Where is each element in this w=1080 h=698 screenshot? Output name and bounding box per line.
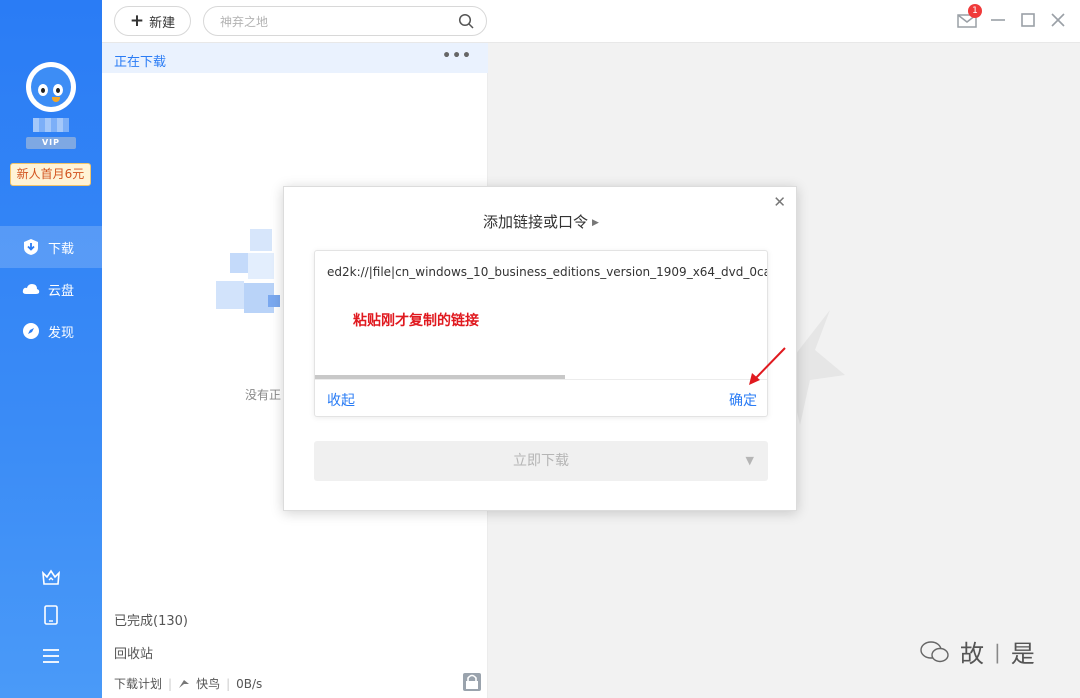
kuainiao-link[interactable]: 快鸟 [196,675,220,692]
nav-item-download[interactable]: 下载 [0,226,102,268]
add-link-dialog: ✕ 添加链接或口令 ▶ ed2k://|file|cn_windows_10_bu… [283,186,797,511]
nav-item-cloud[interactable]: 云盘 [0,268,102,310]
empty-box-illustration [216,229,280,313]
search-icon[interactable] [458,13,474,29]
avatar[interactable] [26,62,76,112]
watermark-separator: | [994,639,1001,664]
downloading-tab[interactable]: 正在下载 ••• [102,43,488,73]
download-plan-link[interactable]: 下载计划 [114,675,162,692]
dialog-title: 添加链接或口令 [483,213,589,231]
caret-right-icon: ▶ [592,217,599,228]
crown-icon[interactable] [40,566,62,588]
menu-icon[interactable] [40,645,62,667]
topbar: + 新建 1 [102,0,1080,43]
download-icon [24,239,38,255]
nav-label: 发现 [48,325,75,341]
new-task-button[interactable]: + 新建 [114,6,191,36]
watermark: 故 | 是 [920,634,1035,669]
completed-link[interactable]: 已完成(130) [114,610,188,629]
username-redacted [33,118,69,132]
divider: | [168,676,173,691]
nav-label: 云盘 [48,283,75,299]
chevron-down-icon[interactable]: ▼ [746,441,754,481]
download-now-label: 立即下载 [513,453,569,469]
annotation-arrow-icon [749,347,786,385]
bird-speed-icon [179,679,190,688]
minimize-icon[interactable] [988,10,1008,30]
search-input[interactable] [220,13,450,31]
wechat-icon [920,640,949,662]
annotation-text: 粘贴刚才复制的链接 [353,313,479,329]
nav-label: 下载 [48,241,75,257]
plus-icon: + [129,10,145,31]
cloud-icon [22,284,40,294]
confirm-button[interactable]: 确定 [729,390,757,410]
new-task-label: 新建 [149,15,176,31]
link-input-box[interactable]: ed2k://|file|cn_windows_10_business_edit… [314,250,768,417]
lock-icon[interactable] [463,673,481,691]
close-dialog-icon[interactable]: ✕ [773,193,786,211]
link-box-footer: 收起 确定 [315,379,767,416]
more-icon[interactable]: ••• [442,48,472,64]
sidebar: VIP 新人首月6元 下载 云盘 发现 [0,0,102,698]
watermark-text: 故 [960,640,984,668]
maximize-icon[interactable] [1018,10,1038,30]
link-input[interactable]: ed2k://|file|cn_windows_10_business_edit… [327,265,767,279]
recycle-bin-link[interactable]: 回收站 [114,643,153,662]
dialog-title-wrap[interactable]: 添加链接或口令 ▶ [284,211,798,232]
compass-icon [23,323,39,339]
vip-badge: VIP [26,137,76,149]
mail-badge: 1 [968,4,982,18]
search-box[interactable] [203,6,487,36]
divider: | [226,676,231,691]
download-speed: 0B/s [236,676,263,691]
empty-message: 没有正 [245,388,282,402]
phone-icon[interactable] [40,604,62,626]
bird-mascot-icon [31,67,71,107]
nav-item-discover[interactable]: 发现 [0,310,102,352]
status-bar: 下载计划 | 快鸟 | 0B/s [114,675,262,692]
watermark-text: 是 [1010,640,1035,668]
collapse-button[interactable]: 收起 [327,390,355,410]
promo-badge[interactable]: 新人首月6元 [10,163,91,186]
close-window-icon[interactable] [1048,10,1068,30]
download-now-button[interactable]: 立即下载 ▼ [314,441,768,481]
downloading-tab-label: 正在下载 [114,55,167,70]
